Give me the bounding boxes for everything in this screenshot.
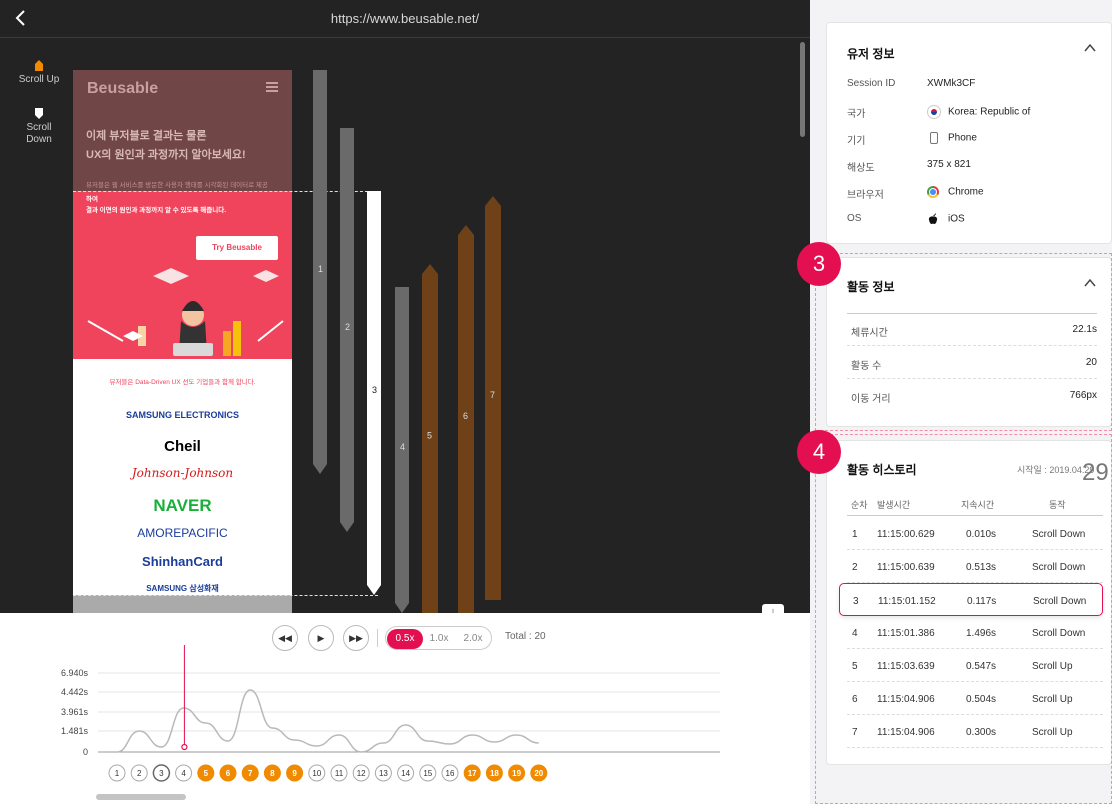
timeline-scrollbar[interactable] — [96, 794, 186, 800]
event-marker-label: 12 — [357, 769, 366, 778]
scroll-depth-bars: 1 2 3 4 5 6 7 — [313, 70, 501, 613]
step-badge: 3 — [797, 242, 841, 286]
event-marker-label: 4 — [181, 769, 186, 778]
row-key: 기기 — [847, 136, 866, 147]
event-marker-label: 7 — [248, 769, 253, 778]
scroll-bar-label: 2 — [345, 322, 350, 332]
replay-stage: Scroll Up Scroll Down Beusable 이제 뷰저블로 결… — [0, 38, 810, 613]
event-marker-label: 10 — [312, 769, 321, 778]
playhead-point[interactable] — [181, 743, 188, 751]
duration-chart: 6.940s4.442s3.961s1.481s01 2 3 4 5 6 7 8 9 10 11 12… — [61, 645, 720, 782]
scroll-bar-label: 5 — [427, 431, 432, 441]
row-value: Korea: Republic of — [948, 106, 1031, 118]
row-key: 국가 — [847, 109, 866, 120]
event-marker-label: 2 — [137, 769, 142, 778]
scroll-bar-label: 6 — [463, 411, 468, 421]
scroll-bar-label: 3 — [372, 385, 377, 395]
event-marker-label: 13 — [379, 769, 388, 778]
event-marker-label: 9 — [292, 769, 297, 778]
step-badge: 4 — [797, 430, 841, 474]
event-marker-label: 19 — [512, 769, 521, 778]
timeline-panel: ◀◀ ▶ ▶▶ 0.5x 1.0x 2.0x Total : 20 6.940s… — [0, 613, 810, 804]
y-tick-label: 4.442s — [61, 687, 89, 697]
user-info-title: 유저 정보 — [847, 47, 895, 61]
event-marker-label: 8 — [270, 769, 275, 778]
event-marker-label: 1 — [115, 769, 120, 778]
chrome-icon — [927, 186, 939, 198]
row-value: 375 x 821 — [927, 159, 971, 170]
y-tick-label: 6.940s — [61, 668, 89, 678]
url-text: https://www.beusable.net/ — [330, 11, 480, 26]
event-marker-label: 5 — [204, 769, 209, 778]
event-marker-label: 17 — [468, 769, 477, 778]
event-marker-label: 20 — [534, 769, 543, 778]
browser-bar: https://www.beusable.net/ — [0, 0, 810, 38]
apple-icon — [928, 213, 938, 224]
highlight-history — [815, 434, 1112, 804]
user-info-card: 유저 정보 Session ID XWMk3CF 국가 Korea: Repub… — [826, 22, 1112, 244]
row-value: Chrome — [948, 186, 984, 198]
event-marker-label: 14 — [401, 769, 410, 778]
row-key: 해상도 — [847, 163, 875, 174]
y-tick-label: 3.961s — [61, 707, 89, 717]
chevron-up-icon[interactable] — [1083, 41, 1097, 55]
event-marker-label: 3 — [159, 769, 164, 778]
y-tick-label: 1.481s — [61, 726, 89, 736]
y-tick-label: 0 — [83, 747, 88, 757]
session-info-panel: 유저 정보 Session ID XWMk3CF 국가 Korea: Repub… — [797, 0, 1112, 804]
korea-flag-icon — [927, 105, 941, 119]
scroll-down-hint-icon[interactable]: ↓ — [762, 604, 784, 613]
duration-line — [116, 689, 539, 753]
row-key: 브라우저 — [847, 190, 884, 201]
highlight-activity — [815, 253, 1112, 431]
row-key: OS — [847, 213, 862, 224]
phone-icon — [930, 132, 938, 144]
row-key: Session ID — [847, 78, 896, 89]
row-value: Phone — [948, 132, 977, 144]
event-marker-label: 16 — [446, 769, 455, 778]
session-player: https://www.beusable.net/ Scroll Up Scro… — [0, 0, 810, 804]
event-marker-label: 6 — [226, 769, 231, 778]
scroll-bar-label: 7 — [490, 390, 495, 400]
row-value: XWMk3CF — [927, 78, 976, 89]
event-marker-label: 18 — [490, 769, 499, 778]
row-value: iOS — [948, 213, 965, 225]
scroll-bar-label: 4 — [400, 442, 405, 452]
event-marker-label: 15 — [423, 769, 432, 778]
event-marker-label: 11 — [335, 769, 344, 778]
stage-scrollbar[interactable] — [800, 42, 805, 137]
scroll-bar-label: 1 — [318, 264, 323, 274]
